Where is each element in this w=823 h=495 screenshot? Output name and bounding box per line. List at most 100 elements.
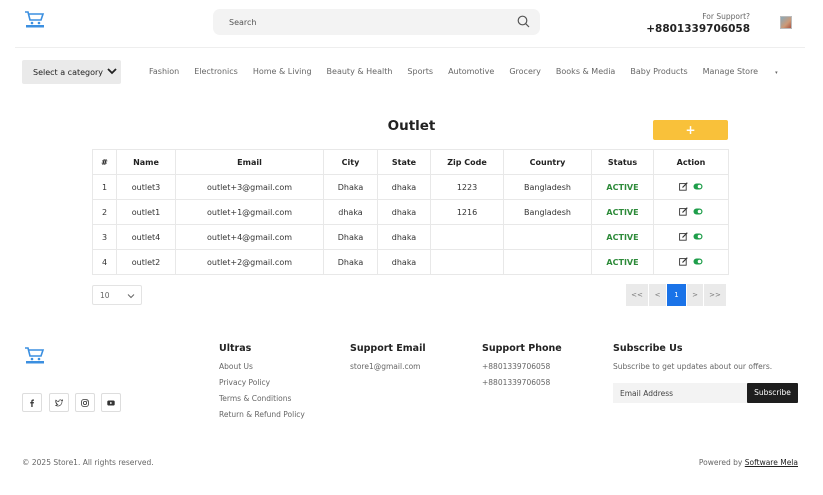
nav-grocery[interactable]: Grocery <box>509 67 541 76</box>
chevron-down-icon <box>107 68 117 75</box>
cell-zip <box>430 224 504 250</box>
outlet-table: # Name Email City State Zip Code Country… <box>92 149 729 275</box>
facebook-icon <box>30 399 34 407</box>
search-bar <box>213 9 540 35</box>
youtube-link[interactable] <box>101 393 121 412</box>
cell-state: dhaka <box>377 224 431 250</box>
nav-home-living[interactable]: Home & Living <box>253 67 312 76</box>
footer-phone-2[interactable]: +8801339706058 <box>482 378 550 387</box>
cell-action <box>653 224 729 250</box>
edit-icon[interactable] <box>679 206 688 216</box>
nav-books-media[interactable]: Books & Media <box>556 67 615 76</box>
twitter-link[interactable] <box>49 393 69 412</box>
chevron-down-icon <box>127 294 135 299</box>
cart-logo-icon[interactable] <box>24 10 46 28</box>
cell-name: outlet4 <box>116 224 176 250</box>
cell-number: 1 <box>92 174 117 200</box>
facebook-link[interactable] <box>22 393 42 412</box>
nav-fashion[interactable]: Fashion <box>149 67 179 76</box>
powered-by-label: Powered by <box>698 458 743 467</box>
col-number: # <box>92 149 117 175</box>
cell-zip: 1216 <box>430 199 504 225</box>
footer-support-email[interactable]: store1@gmail.com <box>350 362 420 371</box>
status-badge: ACTIVE <box>591 174 654 200</box>
cell-name: outlet1 <box>116 199 176 225</box>
category-select-label: Select a category <box>33 68 104 77</box>
instagram-link[interactable] <box>75 393 95 412</box>
subscribe-button[interactable]: Subscribe <box>747 383 798 403</box>
powered-by: Powered by Software Mela <box>699 458 798 467</box>
footer-link-privacy[interactable]: Privacy Policy <box>219 378 270 387</box>
nav-automotive[interactable]: Automotive <box>448 67 494 76</box>
nav-sports[interactable]: Sports <box>407 67 433 76</box>
support-phone[interactable]: +8801339706058 <box>646 23 750 35</box>
powered-by-link[interactable]: Software Mela <box>745 458 798 467</box>
category-nav: Fashion Electronics Home & Living Beauty… <box>149 67 808 76</box>
cell-country <box>503 224 592 250</box>
nav-baby-products[interactable]: Baby Products <box>630 67 687 76</box>
copyright-text: © 2025 Store1. All rights reserved. <box>22 458 154 467</box>
cell-city: Dhaka <box>323 224 378 250</box>
nav-manage-store-label: Manage Store <box>702 67 759 76</box>
col-country: Country <box>503 149 592 175</box>
footer-subscribe-text: Subscribe to get updates about our offer… <box>613 362 773 371</box>
cell-city: Dhaka <box>323 249 378 275</box>
edit-icon[interactable] <box>679 256 688 266</box>
cell-number: 2 <box>92 199 117 225</box>
nav-electronics[interactable]: Electronics <box>194 67 238 76</box>
cell-zip: 1223 <box>430 174 504 200</box>
table-row: 3 outlet4 outlet+4@gmail.com Dhaka dhaka… <box>92 224 729 250</box>
cell-state: dhaka <box>377 199 431 225</box>
col-email: Email <box>175 149 324 175</box>
toggle-icon[interactable] <box>693 183 703 190</box>
toggle-icon[interactable] <box>693 258 703 265</box>
status-badge: ACTIVE <box>591 224 654 250</box>
table-header-row: # Name Email City State Zip Code Country… <box>92 149 729 175</box>
cell-email: outlet+3@gmail.com <box>175 174 324 200</box>
caret-down-icon: ▾ <box>775 70 778 76</box>
search-icon[interactable] <box>517 15 530 28</box>
cell-city: dhaka <box>323 199 378 225</box>
footer-phone-1[interactable]: +8801339706058 <box>482 362 550 371</box>
table-row: 4 outlet2 outlet+2@gmail.com Dhaka dhaka… <box>92 249 729 275</box>
cell-action <box>653 174 729 200</box>
cell-number: 4 <box>92 249 117 275</box>
cell-zip <box>430 249 504 275</box>
page-size-select[interactable]: 10 <box>92 285 142 305</box>
cell-name: outlet2 <box>116 249 176 275</box>
footer-phone-title: Support Phone <box>482 343 562 354</box>
status-badge: ACTIVE <box>591 249 654 275</box>
footer-link-terms[interactable]: Terms & Conditions <box>219 394 291 403</box>
toggle-icon[interactable] <box>693 233 703 240</box>
first-page-button[interactable]: << <box>626 284 648 306</box>
cell-email: outlet+4@gmail.com <box>175 224 324 250</box>
header-divider <box>15 47 805 48</box>
prev-page-button[interactable]: < <box>649 284 666 306</box>
subscribe-email-input[interactable] <box>613 383 748 403</box>
nav-beauty-health[interactable]: Beauty & Health <box>327 67 393 76</box>
next-page-button[interactable]: > <box>687 284 703 306</box>
footer-link-refund[interactable]: Return & Refund Policy <box>219 410 305 419</box>
table-row: 2 outlet1 outlet+1@gmail.com dhaka dhaka… <box>92 199 729 225</box>
page-1-button[interactable]: 1 <box>667 284 686 306</box>
support-label: For Support? <box>702 12 750 21</box>
last-page-button[interactable]: >> <box>704 284 726 306</box>
cell-country <box>503 249 592 275</box>
pagination: << < 1 > >> <box>626 284 727 306</box>
toggle-icon[interactable] <box>693 208 703 215</box>
add-outlet-button[interactable]: + <box>653 120 728 140</box>
cell-state: dhaka <box>377 249 431 275</box>
search-input[interactable] <box>229 9 499 35</box>
footer-link-about[interactable]: About Us <box>219 362 253 371</box>
category-select[interactable]: Select a category <box>22 60 121 84</box>
avatar[interactable] <box>780 16 792 29</box>
edit-icon[interactable] <box>679 181 688 191</box>
edit-icon[interactable] <box>679 231 688 241</box>
page-size-value: 10 <box>100 291 110 300</box>
footer-subscribe-title: Subscribe Us <box>613 343 683 354</box>
cell-country: Bangladesh <box>503 174 592 200</box>
col-state: State <box>377 149 431 175</box>
nav-manage-store[interactable]: Manage Store ▾ <box>703 67 793 76</box>
col-city: City <box>323 149 378 175</box>
cart-logo-icon[interactable] <box>24 346 46 364</box>
